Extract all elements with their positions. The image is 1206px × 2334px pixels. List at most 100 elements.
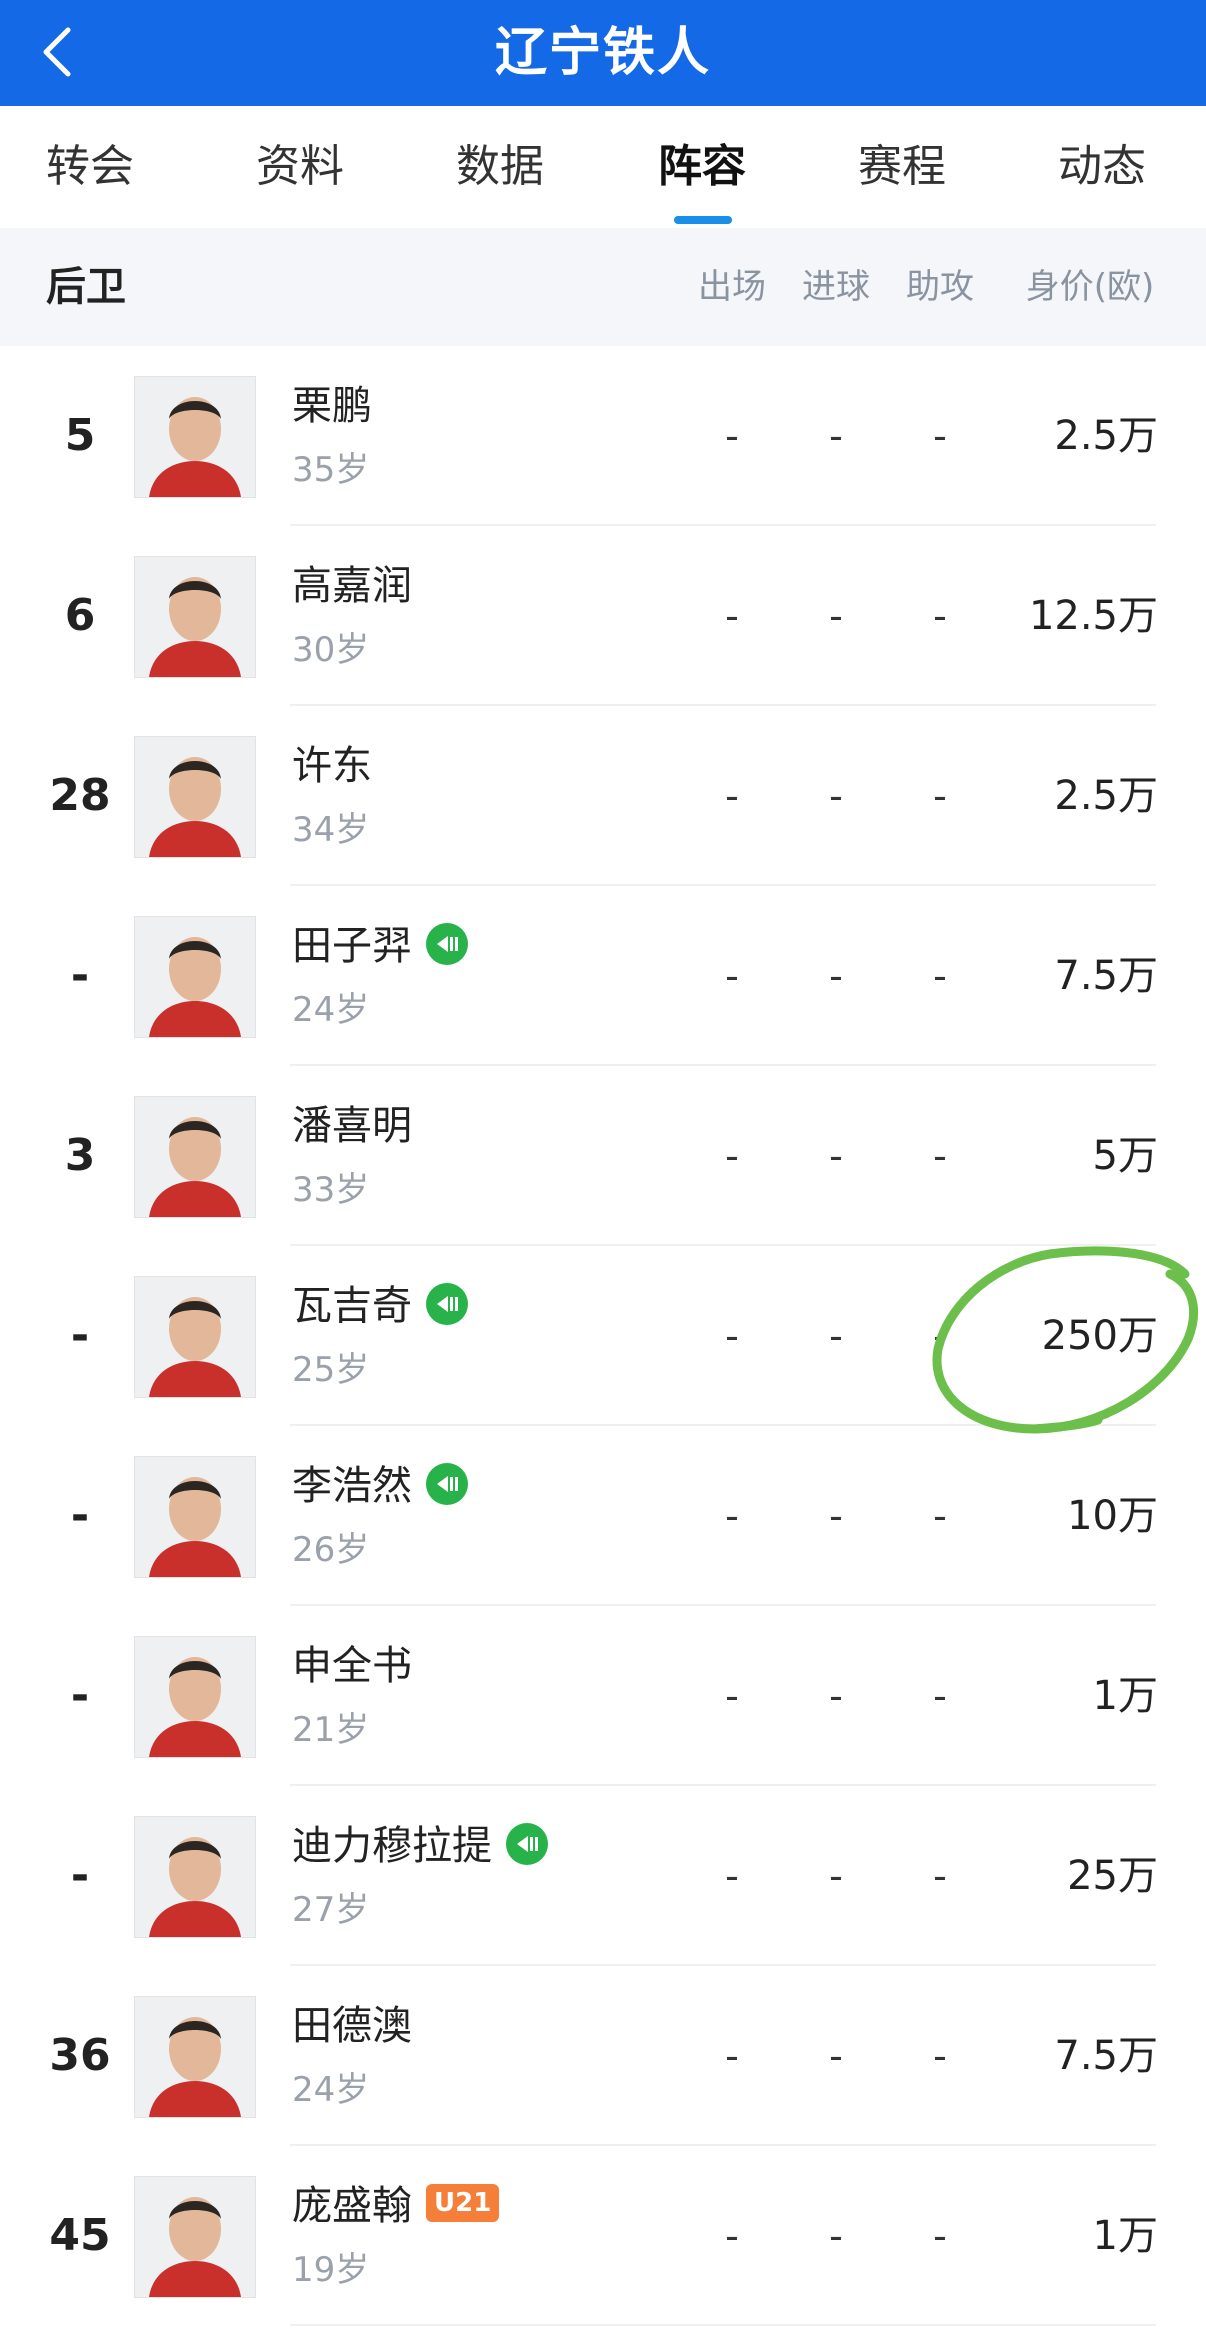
- player-avatar: [134, 1996, 256, 2118]
- assists-value: -: [933, 1854, 947, 1898]
- tab-transfer[interactable]: 转会: [30, 106, 150, 228]
- jersey-number: 45: [49, 2210, 111, 2261]
- player-name[interactable]: 栗鹏: [292, 378, 372, 434]
- player-name-group: 田子羿: [292, 918, 468, 974]
- page-title: 辽宁铁人: [494, 23, 711, 83]
- player-row[interactable]: 3 潘喜明 33岁 - - - 5万: [0, 1066, 1206, 1246]
- market-value: 7.5万: [1054, 2033, 1158, 2079]
- player-age: 35岁: [292, 450, 370, 490]
- player-row[interactable]: - 瓦吉奇 25岁 - - - 250万: [0, 1246, 1206, 1426]
- player-age: 33岁: [292, 1170, 370, 1210]
- assists-value: -: [933, 2034, 947, 2078]
- player-name-group: 田德澳: [292, 1998, 412, 2054]
- player-name-group: 庞盛翰 U21: [292, 2178, 500, 2234]
- goals-value: -: [829, 1134, 843, 1178]
- assists-value: -: [933, 414, 947, 458]
- player-row[interactable]: - 田子羿 24岁 - - - 7.5万: [0, 886, 1206, 1066]
- assists-value: -: [933, 1494, 947, 1538]
- section-header: 后卫 出场 进球 助攻 身价(欧): [0, 228, 1206, 346]
- active-tab-indicator: [674, 216, 732, 224]
- market-value: 10万: [1067, 1493, 1158, 1539]
- player-age: 30岁: [292, 630, 370, 670]
- market-value: 5万: [1092, 1133, 1158, 1179]
- jersey-number: 36: [49, 2030, 111, 2081]
- player-avatar: [134, 1276, 256, 1398]
- player-list: 5 栗鹏 35岁 - - - 2.5万 6 高嘉润 30岁 - - - 12.5万 28 许东 34岁 - - - 2.…: [0, 346, 1206, 2326]
- player-name-group: 许东: [292, 738, 372, 794]
- jersey-number: 6: [64, 590, 96, 641]
- market-value: 7.5万: [1054, 953, 1158, 999]
- player-name[interactable]: 田子羿: [292, 918, 412, 974]
- player-name[interactable]: 田德澳: [292, 1998, 412, 2054]
- arrow-in-icon: [426, 1283, 468, 1325]
- jersey-number: -: [70, 1670, 90, 1721]
- player-name[interactable]: 李浩然: [292, 1458, 412, 1514]
- tab-news[interactable]: 动态: [1042, 106, 1162, 228]
- appearances-value: -: [725, 954, 739, 998]
- assists-value: -: [933, 1674, 947, 1718]
- player-row[interactable]: 36 田德澳 24岁 - - - 7.5万: [0, 1966, 1206, 2146]
- player-name-group: 申全书: [292, 1638, 412, 1694]
- player-age: 25岁: [292, 1350, 370, 1390]
- player-name-group: 潘喜明: [292, 1098, 412, 1154]
- player-name[interactable]: 高嘉润: [292, 558, 412, 614]
- player-avatar: [134, 1816, 256, 1938]
- goals-value: -: [829, 2034, 843, 2078]
- tab-squad[interactable]: 阵容: [642, 106, 762, 228]
- player-age: 34岁: [292, 810, 370, 850]
- goals-value: -: [829, 1854, 843, 1898]
- player-name[interactable]: 迪力穆拉提: [292, 1818, 492, 1874]
- player-name-group: 李浩然: [292, 1458, 468, 1514]
- player-row[interactable]: - 迪力穆拉提 27岁 - - - 25万: [0, 1786, 1206, 1966]
- player-name[interactable]: 瓦吉奇: [292, 1278, 412, 1334]
- appearances-value: -: [725, 2214, 739, 2258]
- tab-schedule[interactable]: 赛程: [842, 106, 962, 228]
- appearances-value: -: [725, 1494, 739, 1538]
- player-age: 24岁: [292, 2070, 370, 2110]
- jersey-number: -: [70, 1850, 90, 1901]
- player-avatar: [134, 1456, 256, 1578]
- section-title: 后卫: [46, 264, 126, 310]
- assists-value: -: [933, 1134, 947, 1178]
- player-row[interactable]: 28 许东 34岁 - - - 2.5万: [0, 706, 1206, 886]
- player-row[interactable]: - 李浩然 26岁 - - - 10万: [0, 1426, 1206, 1606]
- player-age: 24岁: [292, 990, 370, 1030]
- player-avatar: [134, 1096, 256, 1218]
- market-value: 2.5万: [1054, 413, 1158, 459]
- player-row[interactable]: 45 庞盛翰 U21 19岁 - - - 1万: [0, 2146, 1206, 2326]
- player-name[interactable]: 潘喜明: [292, 1098, 412, 1154]
- tab-stats[interactable]: 数据: [440, 106, 560, 228]
- column-header-apps: 出场: [698, 267, 766, 307]
- player-name[interactable]: 许东: [292, 738, 372, 794]
- header-bar: 辽宁铁人: [0, 0, 1206, 106]
- appearances-value: -: [725, 1134, 739, 1178]
- player-age: 19岁: [292, 2250, 370, 2290]
- tab-profile[interactable]: 资料: [240, 106, 360, 228]
- appearances-value: -: [725, 1854, 739, 1898]
- market-value: 2.5万: [1054, 773, 1158, 819]
- goals-value: -: [829, 414, 843, 458]
- arrow-in-icon: [506, 1823, 548, 1865]
- goals-value: -: [829, 2214, 843, 2258]
- appearances-value: -: [725, 1314, 739, 1358]
- player-row[interactable]: - 申全书 21岁 - - - 1万: [0, 1606, 1206, 1786]
- player-row[interactable]: 5 栗鹏 35岁 - - - 2.5万: [0, 346, 1206, 526]
- appearances-value: -: [725, 594, 739, 638]
- u21-badge: U21: [426, 2184, 500, 2222]
- player-avatar: [134, 556, 256, 678]
- player-age: 26岁: [292, 1530, 370, 1570]
- jersey-number: -: [70, 1310, 90, 1361]
- jersey-number: -: [70, 1490, 90, 1541]
- appearances-value: -: [725, 1674, 739, 1718]
- market-value: 1万: [1092, 1673, 1158, 1719]
- jersey-number: 28: [49, 770, 111, 821]
- player-avatar: [134, 736, 256, 858]
- goals-value: -: [829, 594, 843, 638]
- player-name[interactable]: 申全书: [292, 1638, 412, 1694]
- player-name[interactable]: 庞盛翰: [292, 2178, 412, 2234]
- column-header-goals: 进球: [802, 267, 870, 307]
- assists-value: -: [933, 774, 947, 818]
- tab-bar: 转会 资料 数据 阵容 赛程 动态: [0, 106, 1206, 228]
- player-row[interactable]: 6 高嘉润 30岁 - - - 12.5万: [0, 526, 1206, 706]
- row-divider: [290, 2324, 1156, 2326]
